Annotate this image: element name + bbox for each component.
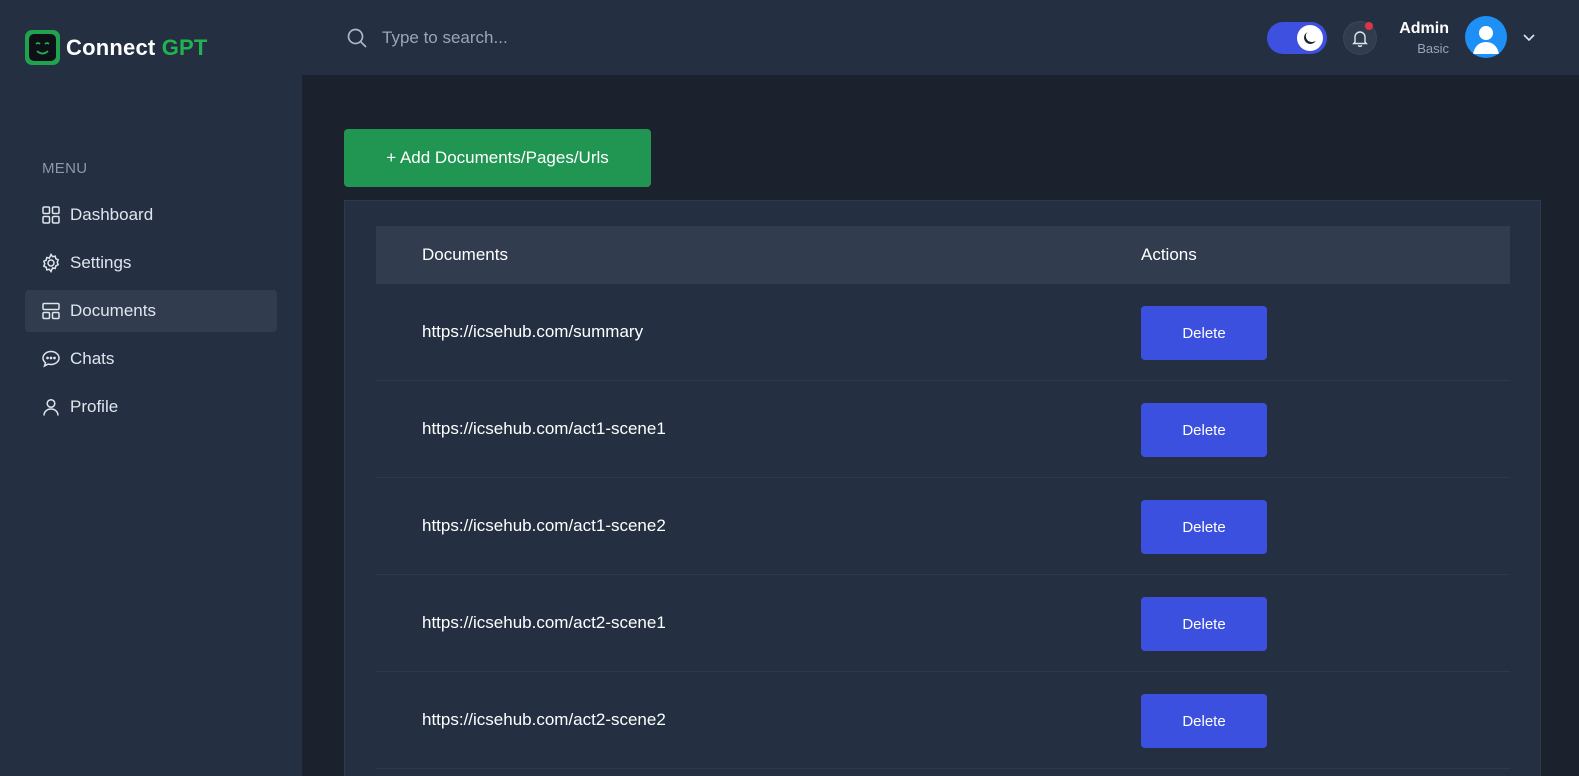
- sidebar-item-label: Dashboard: [70, 205, 154, 224]
- sidebar-item-documents[interactable]: Documents: [25, 290, 277, 332]
- sidebar-item-chats[interactable]: Chats: [25, 338, 277, 380]
- layout-icon: [42, 302, 60, 320]
- chat-bubble-icon: [42, 350, 60, 368]
- menu-title: MENU: [42, 160, 88, 177]
- table-row: https://icsehub.com/act2-scene1 Delete: [376, 575, 1510, 672]
- notifications-button[interactable]: [1343, 21, 1377, 55]
- table-header: Documents Actions: [376, 226, 1510, 284]
- avatar[interactable]: [1465, 16, 1507, 58]
- sidebar-item-label: Documents: [70, 301, 156, 320]
- brand-name: Connect GPT: [66, 35, 208, 61]
- logo[interactable]: Connect GPT: [25, 30, 208, 65]
- brand-word-1: Connect: [66, 34, 156, 60]
- document-url: https://icsehub.com/act2-scene2: [422, 710, 666, 729]
- user-icon: [43, 398, 59, 416]
- document-url: https://icsehub.com/summary: [422, 322, 644, 341]
- sidebar-nav: Dashboard Settings Documents Chats Profi…: [25, 194, 277, 434]
- table-row: https://icsehub.com/summary Delete: [376, 284, 1510, 381]
- column-header-documents: Documents: [422, 245, 508, 264]
- sidebar-item-label: Chats: [70, 349, 115, 368]
- notification-dot: [1365, 22, 1373, 30]
- grid-icon: [42, 206, 60, 224]
- gear-icon: [42, 253, 60, 273]
- add-documents-button[interactable]: + Add Documents/Pages/Urls: [344, 129, 651, 187]
- documents-table-body: https://icsehub.com/summary Delete https…: [376, 284, 1510, 769]
- sidebar-item-label: Profile: [70, 397, 119, 416]
- delete-button[interactable]: Delete: [1141, 597, 1267, 651]
- logo-icon: [25, 30, 60, 65]
- user-name[interactable]: Admin: [1399, 20, 1449, 38]
- top-header: Admin Basic: [302, 0, 1579, 75]
- search-input[interactable]: [382, 22, 762, 54]
- document-url: https://icsehub.com/act1-scene1: [422, 419, 666, 438]
- table-row: https://icsehub.com/act1-scene1 Delete: [376, 381, 1510, 478]
- delete-button[interactable]: Delete: [1141, 403, 1267, 457]
- sidebar: Connect GPT MENU Dashboard Settings Docu…: [0, 0, 302, 776]
- user-role: Basic: [1417, 41, 1449, 56]
- table-row: https://icsehub.com/act2-scene2 Delete: [376, 672, 1510, 769]
- bell-icon: [1352, 31, 1368, 47]
- document-url: https://icsehub.com/act1-scene2: [422, 516, 666, 535]
- dark-mode-toggle[interactable]: [1267, 22, 1327, 54]
- delete-button[interactable]: Delete: [1141, 306, 1267, 360]
- table-row: https://icsehub.com/act1-scene2 Delete: [376, 478, 1510, 575]
- delete-button[interactable]: Delete: [1141, 694, 1267, 748]
- sidebar-item-dashboard[interactable]: Dashboard: [25, 194, 277, 236]
- documents-card: Documents Actions https://icsehub.com/su…: [344, 200, 1541, 776]
- document-url: https://icsehub.com/act2-scene1: [422, 613, 666, 632]
- brand-word-2: GPT: [161, 34, 208, 60]
- delete-button[interactable]: Delete: [1141, 500, 1267, 554]
- moon-icon: [1297, 25, 1323, 51]
- column-header-actions: Actions: [1141, 245, 1197, 264]
- sidebar-item-profile[interactable]: Profile: [25, 386, 277, 428]
- sidebar-item-label: Settings: [70, 253, 132, 272]
- chevron-down-icon[interactable]: [1521, 29, 1537, 45]
- search-icon[interactable]: [346, 27, 368, 49]
- sidebar-item-settings[interactable]: Settings: [25, 242, 277, 284]
